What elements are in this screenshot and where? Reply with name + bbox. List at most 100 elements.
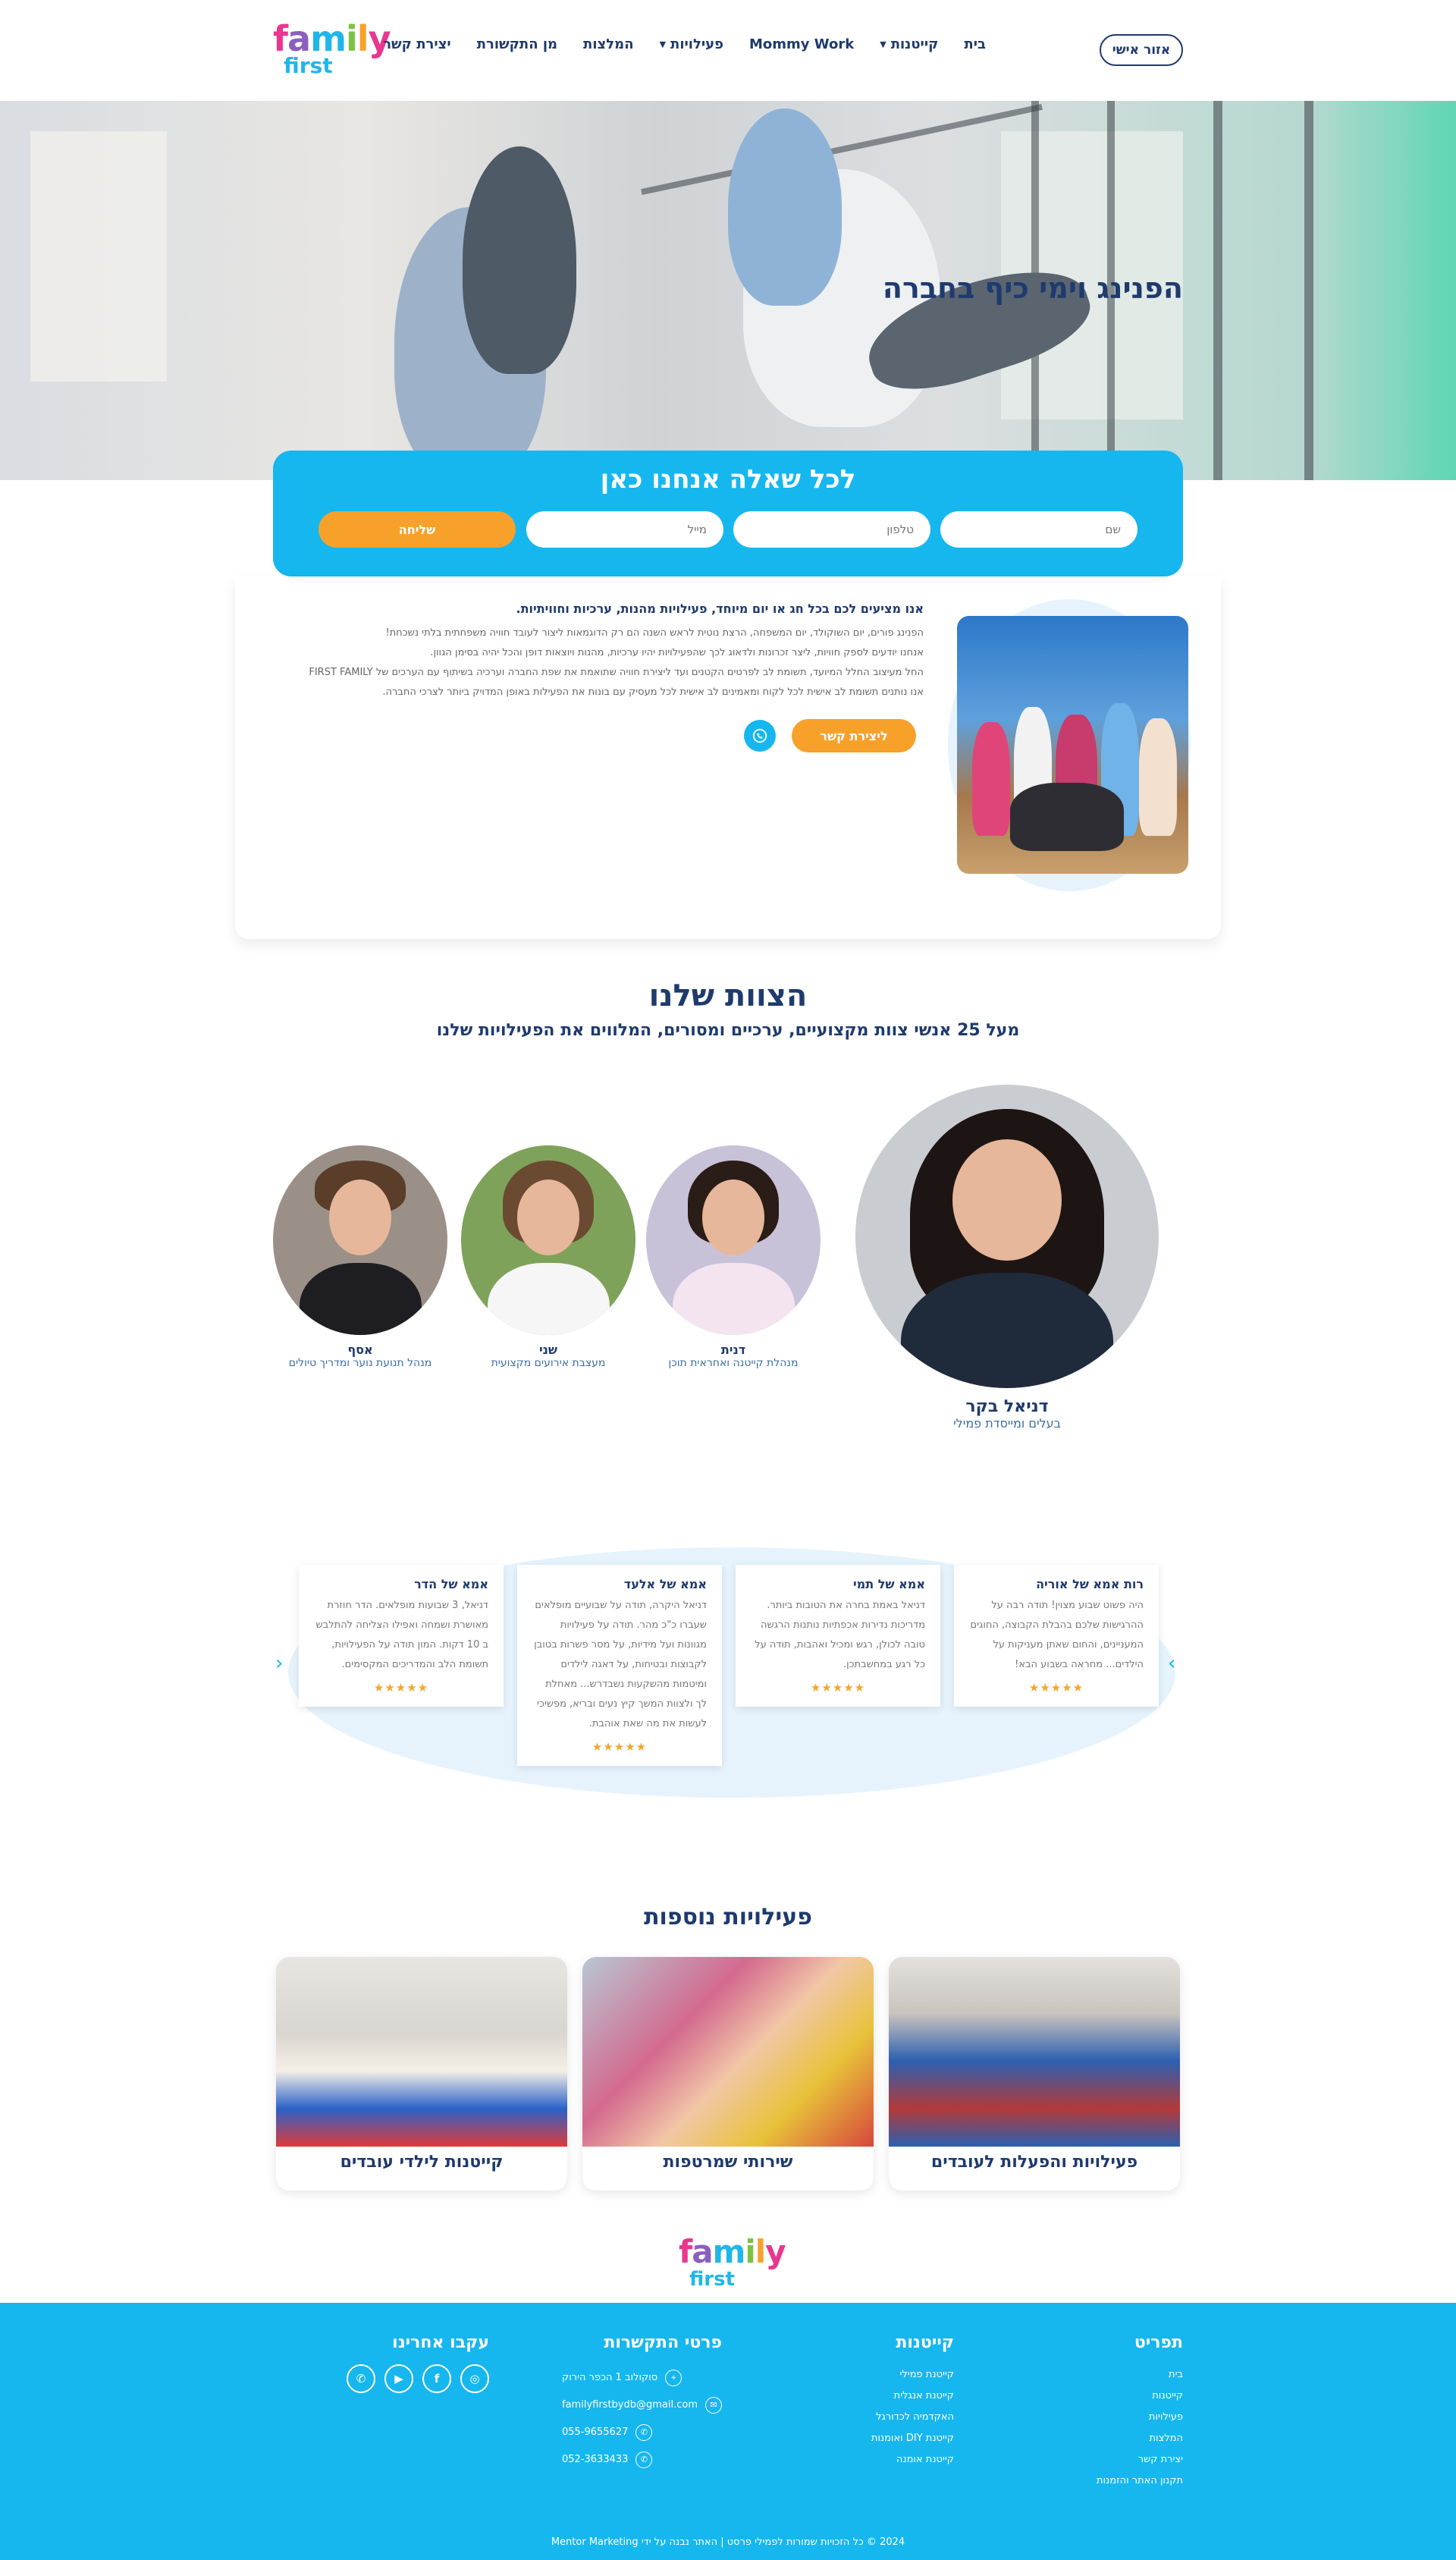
contact-text[interactable]: 052-3633433: [562, 2446, 628, 2474]
star-rating-icon: ★★★★★: [810, 1681, 866, 1695]
about-line: הפנינג פורים, יום השוקולד, יום המשפחה, ה…: [385, 627, 924, 639]
footer-follow: עקבו אחרינו ◎ f ▶ ✆: [347, 2333, 489, 2393]
activity-card[interactable]: פעילויות והפעלות לעובדים: [889, 1957, 1180, 2191]
contact-text[interactable]: 055-9655627: [562, 2419, 628, 2446]
whatsapp-button[interactable]: [744, 720, 776, 752]
whatsapp-icon[interactable]: ✆: [347, 2364, 375, 2393]
activity-image: [889, 1957, 1180, 2147]
facebook-icon[interactable]: f: [422, 2364, 451, 2393]
name-field[interactable]: [940, 511, 1138, 548]
footer-link[interactable]: קייטנות: [1097, 2386, 1183, 2407]
footer-link[interactable]: תקנון האתר והזמנות: [1097, 2470, 1183, 2492]
chevron-right-icon[interactable]: ›: [1168, 1652, 1175, 1675]
testimonial-text: דניאל היקרה, תודה על שבועיים מופלאים שעב…: [534, 1600, 707, 1729]
team-member-card: דנית מנהלת קייטנה ואחראית תוכן: [646, 1145, 821, 1369]
contact-form-card: לכל שאלה אנחנו כאן שליחה: [273, 451, 1183, 576]
member-role: מנהל תנועת נוער ומדריך טיולים: [288, 1357, 432, 1369]
phone-icon: ✆: [635, 2452, 653, 2468]
nav-item-media[interactable]: מן התקשורת: [477, 36, 557, 52]
avatar-body: [901, 1273, 1113, 1388]
testimonial-card: אמא של אלעד דניאל היקרה, תודה על שבועיים…: [517, 1565, 722, 1766]
copyright: 2024 © כל הזכויות שמורות לפמילי פרסט | ה…: [551, 2536, 905, 2548]
nav-item-home[interactable]: בית: [964, 36, 986, 52]
testimonial-card: אמא של תמי דניאל באמת בחרה את הטובות ביו…: [736, 1565, 940, 1707]
footer-camps-title: קייטנות: [896, 2333, 954, 2352]
testimonial-text: דניאל, 3 שבועות מופלאים. הדר חוזרת מאושר…: [315, 1600, 488, 1670]
nav-item-camps[interactable]: קייטנות ▼: [880, 36, 938, 52]
footer-link[interactable]: קייטנת אנגלית: [871, 2386, 954, 2407]
site-logo[interactable]: family first: [273, 18, 391, 77]
hero-person: [728, 108, 842, 306]
contact-text[interactable]: familyfirstbydb@gmail.com: [562, 2392, 698, 2419]
form-title: לכל שאלה אנחנו כאן: [600, 464, 856, 495]
avatar-body: [672, 1263, 795, 1335]
member-name: דנית: [720, 1343, 746, 1357]
chevron-down-icon: ▼: [880, 39, 886, 49]
footer-link[interactable]: האקדמיה לכדורגל: [871, 2407, 954, 2428]
avatar-face: [701, 1179, 765, 1255]
testimonial-author: אמא של הדר: [414, 1577, 488, 1591]
nav-item-contact[interactable]: יצירת קשר: [383, 36, 451, 52]
avatar: [461, 1145, 635, 1335]
footer-link[interactable]: המלצות: [1097, 2428, 1183, 2449]
footer-logo[interactable]: family first: [679, 2235, 786, 2290]
photo-kid: [1139, 718, 1177, 836]
hero-railing: [1304, 101, 1313, 480]
social-links: ◎ f ▶ ✆: [347, 2364, 489, 2393]
member-role: מנהלת קייטנה ואחראית תוכן: [668, 1357, 799, 1369]
activity-label: קייטנות לילדי עובדים: [340, 2153, 504, 2172]
member-name: שני: [538, 1343, 558, 1357]
footer-link[interactable]: קייטנת פמילי: [871, 2364, 955, 2386]
activity-card[interactable]: שירותי שמרטפות: [582, 1957, 874, 2191]
testimonial-author: אמא של תמי: [852, 1577, 925, 1591]
footer-link[interactable]: יצירת קשר: [1097, 2449, 1183, 2470]
chevron-down-icon: ▼: [659, 39, 667, 49]
nav-item-mommy-work[interactable]: Mommy Work: [749, 36, 854, 52]
photo-kid: [1010, 783, 1124, 851]
member-role: בעלים ומייסדת פמילי: [953, 1416, 1061, 1431]
nav-label: מן התקשורת: [476, 36, 558, 52]
contact-text[interactable]: סוקולוב 1 הכפר הירוק: [562, 2364, 657, 2392]
about-line: אנו נותנים תשומת לב אישית לכל לקוח ומאמי…: [382, 686, 924, 698]
site-footer: תפריט בית קייטנות פעילויות המלצות יצירת …: [0, 2303, 1456, 2560]
footer-contact-row: ✆ 052-3633433: [562, 2446, 722, 2474]
hero-banner: הפנינג וימי כיף בחברה: [0, 101, 1456, 480]
phone-field[interactable]: [733, 511, 930, 548]
testimonial-card: רות אמא של אוריה היה פשוט שבוע מצוין! תו…: [954, 1565, 1159, 1707]
contact-us-button[interactable]: ליצירת קשר: [792, 719, 916, 752]
nav-item-activities[interactable]: פעילויות ▼: [660, 36, 723, 52]
testimonial-author: אמא של אלעד: [623, 1577, 707, 1591]
footer-link[interactable]: קייטנת אומנה: [871, 2449, 954, 2470]
instagram-icon[interactable]: ◎: [460, 2364, 489, 2393]
logo-family-word: family: [273, 18, 391, 59]
whatsapp-icon: [752, 728, 767, 743]
personal-area-button[interactable]: אזור אישי: [1100, 34, 1183, 66]
member-name: אסף: [347, 1343, 373, 1357]
footer-link[interactable]: בית: [1097, 2364, 1183, 2386]
nav-label: Mommy Work: [749, 36, 855, 52]
logo-first-word: first: [689, 2268, 735, 2291]
footer-contact-row: ✆ 055-9655627: [562, 2419, 722, 2446]
hero-window: [30, 131, 167, 382]
nav-label: המלצות: [583, 36, 634, 52]
team-member-card: אסף מנהל תנועת נוער ומדריך טיולים: [273, 1145, 447, 1369]
mail-icon: ✉: [705, 2397, 722, 2414]
nav-item-recommendations[interactable]: המלצות: [583, 36, 634, 52]
email-field[interactable]: [526, 511, 723, 548]
location-icon: ⌖: [665, 2370, 682, 2386]
nav-label: פעילויות: [670, 36, 724, 52]
activity-card[interactable]: קייטנות לילדי עובדים: [276, 1957, 567, 2191]
hero-railing: [1213, 101, 1222, 480]
avatar: [273, 1145, 447, 1335]
footer-menu-title: תפריט: [1134, 2333, 1183, 2352]
star-rating-icon: ★★★★★: [373, 1681, 429, 1695]
team-title: הצוות שלנו: [648, 978, 808, 1013]
youtube-icon[interactable]: ▶: [384, 2364, 413, 2393]
more-activities-title: פעילויות נוספות: [644, 1904, 812, 1930]
footer-link[interactable]: פעילויות: [1097, 2407, 1183, 2428]
footer-link[interactable]: קייטנת DIY ואומנות: [871, 2428, 954, 2449]
footer-camps: קייטנות קייטנת פמילי קייטנת אנגלית האקדמ…: [871, 2333, 954, 2470]
testimonial-text: היה פשוט שבוע מצוין! תודה רבה על ההרגישו…: [970, 1600, 1144, 1670]
send-button[interactable]: שליחה: [318, 511, 516, 548]
chevron-left-icon[interactable]: ‹: [275, 1652, 283, 1675]
